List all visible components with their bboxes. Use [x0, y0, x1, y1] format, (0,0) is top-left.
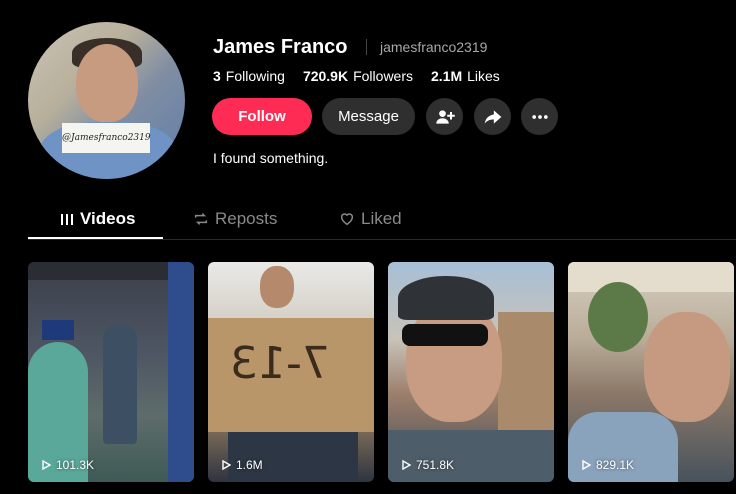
view-count: 101.3K	[42, 458, 94, 472]
play-icon	[222, 460, 231, 470]
stat-likes: 2.1M Likes	[431, 68, 500, 84]
stat-followers[interactable]: 720.9K Followers	[303, 68, 413, 84]
message-button[interactable]: Message	[322, 98, 415, 135]
view-count-label: 829.1K	[596, 458, 635, 472]
active-tab-indicator	[28, 237, 163, 239]
avatar-sign: @Jamesfranco2319	[62, 123, 151, 153]
stat-following-label: Following	[225, 68, 285, 84]
play-icon	[582, 460, 591, 470]
play-icon	[402, 460, 411, 470]
view-count: 751.8K	[402, 458, 454, 472]
repost-icon	[194, 213, 208, 225]
view-count-label: 751.8K	[416, 458, 455, 472]
add-friend-button[interactable]	[426, 98, 463, 135]
tab-videos-label: Videos	[80, 209, 136, 228]
stat-followers-label: Followers	[353, 68, 413, 84]
follow-button[interactable]: Follow	[212, 98, 312, 135]
name-divider	[366, 39, 367, 55]
person-background	[103, 324, 137, 444]
tab-reposts-label: Reposts	[215, 209, 278, 228]
cardboard-mirrored-numbers: 7-13	[230, 338, 330, 389]
grid-bars-icon	[61, 214, 73, 225]
profile-stats: 3 Following 720.9K Followers 2.1M Likes	[213, 68, 500, 84]
view-count: 1.6M	[222, 458, 263, 472]
stat-likes-label: Likes	[467, 68, 500, 84]
tab-liked-label: Liked	[361, 209, 402, 228]
avatar-face	[76, 44, 138, 122]
view-count-label: 101.3K	[56, 458, 95, 472]
person-body	[228, 432, 358, 482]
profile-tabs: Videos Reposts Liked	[28, 207, 736, 240]
username: jamesfranco2319	[380, 39, 488, 55]
video-thumbnail-4[interactable]: 829.1K	[568, 262, 734, 482]
sunglasses	[402, 324, 488, 346]
stat-followers-value: 720.9K	[302, 68, 349, 84]
profile-avatar[interactable]: @Jamesfranco2319	[28, 22, 185, 179]
play-icon	[42, 460, 51, 470]
view-count-label: 1.6M	[236, 458, 263, 472]
profile-bio: I found something.	[213, 150, 329, 166]
display-name: James Franco	[213, 36, 348, 58]
person-head	[260, 266, 294, 308]
subway-pillar	[168, 262, 194, 482]
more-button[interactable]	[521, 98, 558, 135]
station-sign	[42, 320, 74, 340]
ceiling	[568, 262, 734, 292]
cap	[398, 276, 494, 320]
stat-following[interactable]: 3 Following	[213, 68, 285, 84]
video-thumbnail-1[interactable]: 101.3K	[28, 262, 194, 482]
plant	[588, 282, 648, 352]
view-count: 829.1K	[582, 458, 634, 472]
stat-likes-value: 2.1M	[431, 68, 463, 84]
tab-liked[interactable]: Liked	[339, 209, 402, 229]
share-icon	[484, 109, 501, 124]
video-thumbnail-3[interactable]: 751.8K	[388, 262, 554, 482]
add-friend-icon	[435, 109, 455, 124]
video-thumbnail-2[interactable]: 7-13 1.6M	[208, 262, 374, 482]
heart-outline-icon	[340, 213, 354, 226]
tab-videos[interactable]: Videos	[60, 209, 135, 229]
more-icon	[531, 114, 548, 119]
person-face	[406, 302, 502, 422]
stat-following-value: 3	[213, 68, 221, 84]
share-button[interactable]	[474, 98, 511, 135]
person-face	[644, 312, 730, 422]
shirt	[388, 430, 554, 482]
tab-reposts[interactable]: Reposts	[193, 209, 277, 229]
